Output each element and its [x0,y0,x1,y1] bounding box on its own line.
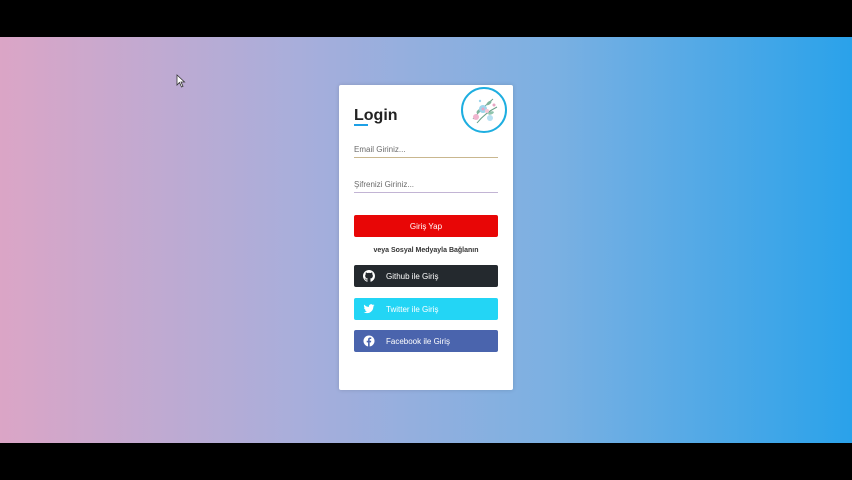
title-underline [354,124,368,126]
twitter-login-label: Twitter ile Giriş [386,304,439,314]
login-card: Login Giriş Yap veya Sosyal Medyayla Bağ… [339,85,513,390]
github-login-label: Github ile Giriş [386,271,439,281]
email-field[interactable] [354,141,498,158]
login-title: Login [354,107,398,124]
github-icon [363,270,375,282]
letterbox-bottom [0,443,852,480]
facebook-login-label: Facebook ile Giriş [386,336,451,346]
facebook-login-button[interactable]: Facebook ile Giriş [354,330,498,352]
letterbox-top [0,0,852,37]
twitter-login-button[interactable]: Twitter ile Giriş [354,298,498,320]
login-button[interactable]: Giriş Yap [354,215,498,237]
floral-logo-icon [461,87,507,133]
login-button-label: Giriş Yap [409,221,443,231]
facebook-icon [363,335,375,347]
github-login-button[interactable]: Github ile Giriş [354,265,498,287]
twitter-icon [363,303,375,315]
mouse-cursor-icon [176,74,186,88]
social-login-text: veya Sosyal Medyayla Bağlanın [373,247,479,254]
password-field[interactable] [354,176,498,193]
